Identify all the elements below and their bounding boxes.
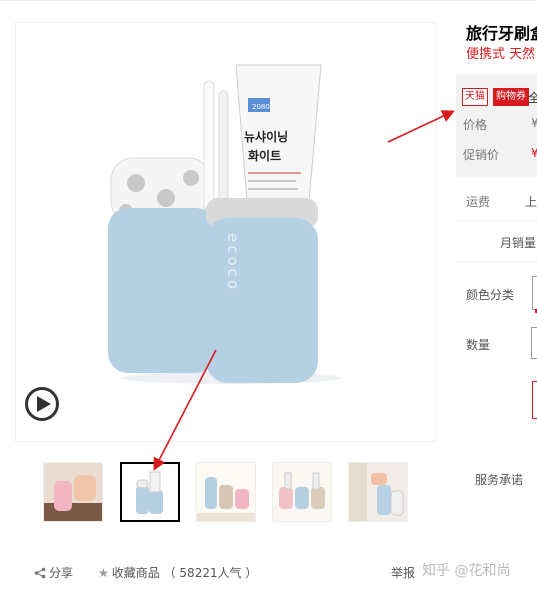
thumbnail-4[interactable] — [272, 462, 332, 522]
quantity-label: 数量 — [466, 338, 491, 352]
product-title: 旅行牙刷盒 — [466, 24, 537, 43]
color-option-label: 颜色分类 — [466, 288, 515, 302]
tube-label-1: 2080 — [252, 103, 270, 111]
thumbnail-2-selected[interactable] — [120, 462, 180, 522]
shipping-value: 上 — [525, 195, 537, 209]
favorite-label: 收藏商品 — [111, 566, 160, 580]
thumbnail-5-image — [349, 463, 407, 521]
report-link[interactable]: 举报 — [391, 564, 415, 581]
bottom-action-bar: 分享 ★ 收藏商品 （ 58221人气 ） 举报 知乎 @花和尚 — [0, 560, 537, 586]
quantity-input[interactable] — [531, 327, 537, 359]
cup-brand-text: ecoco — [224, 233, 242, 292]
share-label: 分享 — [49, 566, 74, 580]
thumbnail-4-image — [273, 463, 331, 521]
thumbnail-2-image — [122, 464, 178, 520]
share-button[interactable]: 分享 — [34, 564, 73, 581]
tube-label-3: 화이트 — [248, 148, 281, 163]
coupon-text: 全 — [528, 91, 537, 105]
product-photo: 2080 뉴샤이닝 화이트 ecoco — [108, 64, 341, 384]
sales-row: 月销量 — [456, 220, 537, 262]
coupon-badge[interactable]: 购物券 — [493, 88, 529, 106]
price-value: ¥ — [531, 116, 537, 130]
tube-label-2: 뉴샤이닝 — [244, 129, 288, 144]
share-icon — [34, 567, 46, 579]
monthly-sales-label: 月销量 — [500, 236, 537, 250]
thumbnail-5[interactable] — [348, 462, 408, 522]
thumbnail-3[interactable] — [196, 462, 256, 522]
thumbnail-3-image — [197, 463, 255, 521]
thumbnail-1-image — [44, 463, 102, 521]
star-icon: ★ — [98, 566, 109, 580]
product-subtitle: 便携式 天然 — [466, 47, 536, 62]
play-video-button[interactable] — [25, 387, 59, 421]
zhihu-watermark: 知乎 @花和尚 — [422, 563, 511, 579]
color-option-swatch[interactable] — [532, 276, 537, 313]
price-box: 天猫 购物券 全 价格 ¥ 促销价 ¥ — [456, 74, 537, 177]
shipping-label: 运费 — [466, 195, 491, 209]
tmall-badge: 天猫 — [462, 88, 488, 106]
main-product-image[interactable]: 2080 뉴샤이닝 화이트 ecoco — [15, 22, 437, 442]
favorite-button[interactable]: ★ 收藏商品 （ 58221人气 ） — [98, 564, 257, 581]
promo-price-label: 促销价 — [463, 148, 500, 162]
promo-price-value: ¥ — [531, 146, 537, 160]
popularity-count: （ 58221人气 ） — [163, 566, 258, 580]
play-icon — [37, 396, 51, 412]
top-divider — [0, 0, 537, 1]
thumbnail-1[interactable] — [43, 462, 103, 522]
buy-now-button[interactable] — [532, 381, 537, 419]
service-promise-label: 服务承诺 — [475, 473, 524, 487]
price-label: 价格 — [463, 118, 488, 132]
